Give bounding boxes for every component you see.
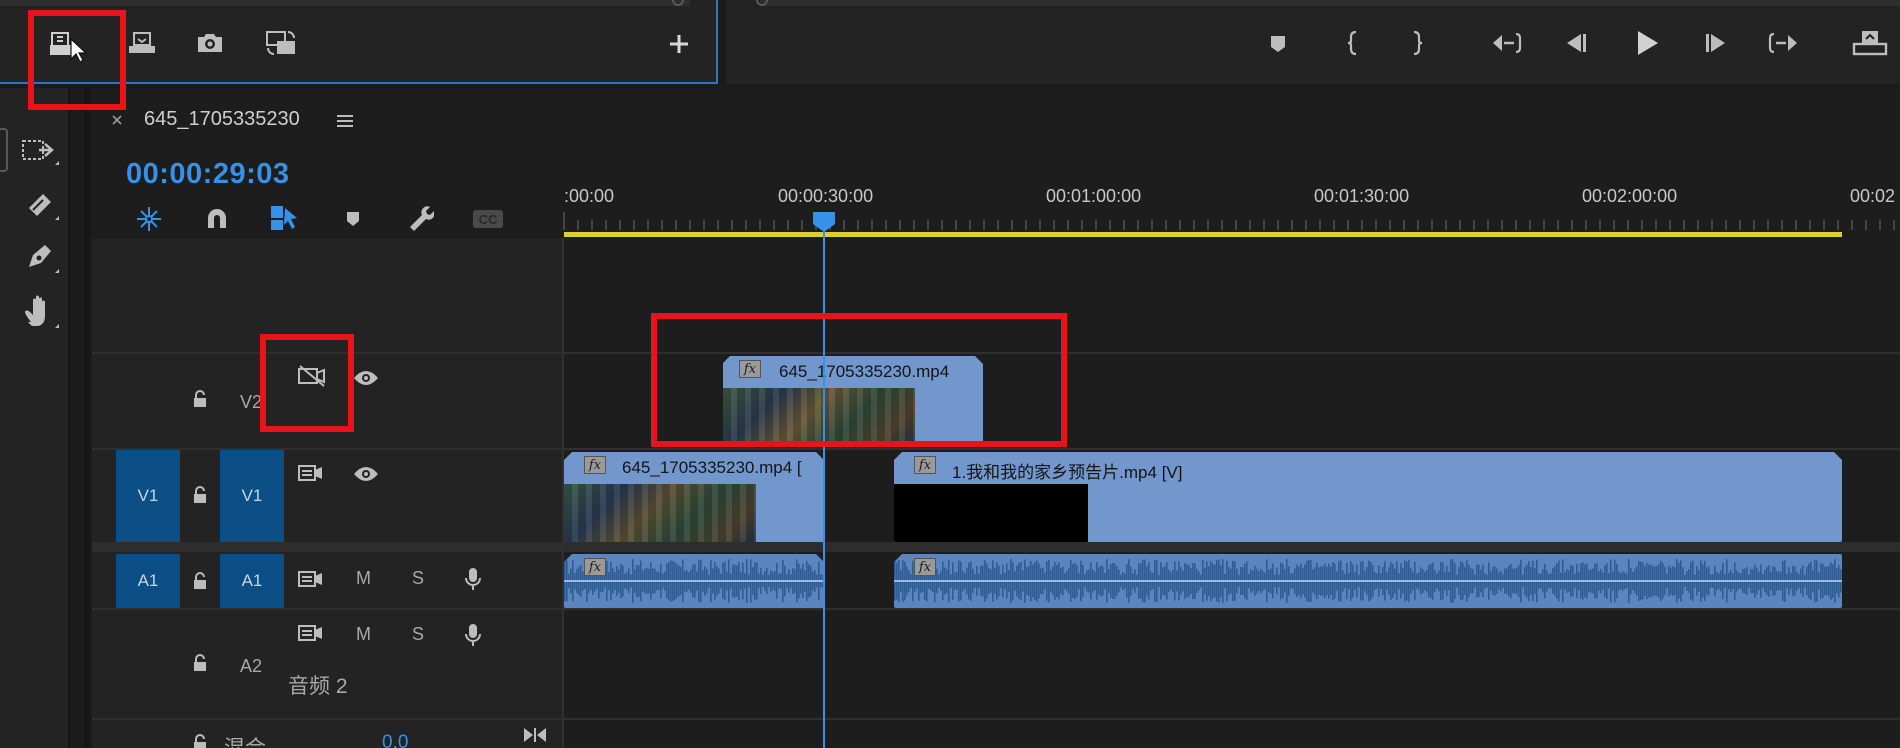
eye-icon[interactable] <box>350 462 382 486</box>
svg-text:CC: CC <box>479 212 498 227</box>
insert-icon[interactable] <box>124 28 160 58</box>
track-name-a2[interactable]: 音频 2 <box>288 670 348 700</box>
fx-badge[interactable]: fx <box>584 558 606 576</box>
source-patch-a1[interactable]: A1 <box>116 554 180 608</box>
tools-left-edge <box>0 128 8 172</box>
clip-title: 645_1705335230.mp4 [ <box>622 458 802 477</box>
clip-thumbnail <box>564 484 756 542</box>
track-separator <box>92 718 1900 720</box>
ruler-label: :00:00 <box>564 186 615 206</box>
bowtie-icon[interactable] <box>520 724 550 746</box>
clip-title: 645_1705335230.mp4 <box>779 362 950 381</box>
waveform-center-line <box>894 580 1842 582</box>
ruler-label: 00:02:00:00 <box>1582 186 1678 206</box>
go-to-out-icon[interactable] <box>1766 28 1802 58</box>
fx-badge[interactable]: fx <box>914 558 936 576</box>
clip-v1-1[interactable]: fx 645_1705335230.mp4 [ <box>564 452 824 542</box>
toggle-sync-lock-icon[interactable] <box>292 362 332 390</box>
fx-badge[interactable]: fx <box>914 456 936 474</box>
clip-title: 1.我和我的家乡预告片.mp4 [V] <box>952 463 1183 482</box>
waveform <box>894 559 1842 603</box>
ruler-label: 00:01:30:00 <box>1314 186 1410 206</box>
panel-menu-icon[interactable] <box>334 110 356 132</box>
export-frame-icon[interactable] <box>48 28 90 62</box>
wrench-icon[interactable] <box>402 202 436 234</box>
microphone-icon[interactable] <box>460 564 486 594</box>
lock-icon[interactable] <box>188 386 212 412</box>
clip-thumbnail <box>894 484 1088 542</box>
hand-icon[interactable] <box>14 288 64 336</box>
sequence-tab-title[interactable]: 645_1705335230 <box>144 108 300 131</box>
track-separator <box>92 448 1900 450</box>
clip-v2[interactable]: fx 645_1705335230.mp4 <box>723 356 983 444</box>
track-select-icon[interactable] <box>12 130 62 170</box>
add-icon[interactable] <box>664 30 694 58</box>
mute-button[interactable]: M <box>356 624 371 645</box>
lock-icon[interactable] <box>188 482 212 508</box>
step-forward-icon[interactable] <box>1700 28 1734 58</box>
mark-in-icon[interactable] <box>1338 28 1366 58</box>
tools-divider <box>84 88 90 748</box>
track-target-v1[interactable]: V1 <box>220 450 284 542</box>
track-target-a1[interactable]: A1 <box>220 554 284 608</box>
clip-v1-2[interactable]: fx 1.我和我的家乡预告片.mp4 [V] <box>894 452 1842 542</box>
lock-icon[interactable] <box>188 650 212 676</box>
scroll-track-left[interactable] <box>0 0 690 6</box>
lift-icon[interactable] <box>1850 26 1890 60</box>
captions-icon[interactable]: CC <box>470 206 506 232</box>
mix-label: 混合 <box>224 732 266 748</box>
mark-out-icon[interactable] <box>1404 28 1432 58</box>
ruler-label: 00:00:30:00 <box>778 186 874 206</box>
video-audio-divider <box>92 542 1900 552</box>
sync-lock-icon[interactable] <box>294 620 328 646</box>
track-separator <box>92 352 1900 354</box>
solo-button[interactable]: S <box>412 624 424 645</box>
swap-icon[interactable] <box>262 26 300 60</box>
add-marker-icon[interactable] <box>340 206 366 232</box>
step-back-icon[interactable] <box>1558 28 1592 58</box>
track-label-v2: V2 <box>240 392 263 412</box>
ruler-ticks <box>563 212 1895 230</box>
eye-icon[interactable] <box>350 366 382 390</box>
waveform-center-line <box>564 580 824 582</box>
work-area-bar[interactable] <box>564 232 1842 237</box>
sync-lock-icon[interactable] <box>294 460 328 486</box>
track-separator <box>92 608 1900 610</box>
premiere-editor: 645_1705335230 00:00:29:03 CC :00:00 00:… <box>0 0 1900 748</box>
snap-icon[interactable] <box>200 204 234 234</box>
fx-badge[interactable]: fx <box>584 456 606 474</box>
pen-icon[interactable] <box>14 234 64 280</box>
lock-icon[interactable] <box>188 568 212 594</box>
close-icon[interactable] <box>108 110 126 130</box>
playhead-timecode[interactable]: 00:00:29:03 <box>126 158 290 191</box>
camera-icon[interactable] <box>192 28 228 58</box>
audio-clip-a1-1[interactable]: fx <box>564 554 824 608</box>
microphone-icon[interactable] <box>460 620 486 650</box>
marker-icon[interactable] <box>1264 30 1292 58</box>
clip-thumbnail <box>723 388 915 444</box>
play-icon[interactable] <box>1630 26 1664 60</box>
ruler-label: 00:02 <box>1850 186 1896 206</box>
go-to-in-icon[interactable] <box>1488 28 1524 58</box>
fx-badge[interactable]: fx <box>739 360 761 378</box>
linked-selection-icon[interactable] <box>266 202 302 234</box>
mix-value[interactable]: 0.0 <box>382 732 408 748</box>
nest-toggle-icon[interactable] <box>132 204 166 234</box>
razor-icon[interactable] <box>14 182 64 226</box>
lock-icon[interactable] <box>188 730 212 748</box>
mute-button[interactable]: M <box>356 568 371 589</box>
scroll-track-right[interactable] <box>760 0 1900 6</box>
solo-button[interactable]: S <box>412 568 424 589</box>
source-monitor-toolbar <box>0 0 718 84</box>
audio-clip-a1-2[interactable]: fx <box>894 554 1842 608</box>
sync-lock-icon[interactable] <box>294 566 328 592</box>
ruler-label: 00:01:00:00 <box>1046 186 1142 206</box>
source-patch-v1[interactable]: V1 <box>116 450 180 542</box>
playhead-line[interactable] <box>823 230 825 748</box>
track-label-a2: A2 <box>240 656 263 676</box>
